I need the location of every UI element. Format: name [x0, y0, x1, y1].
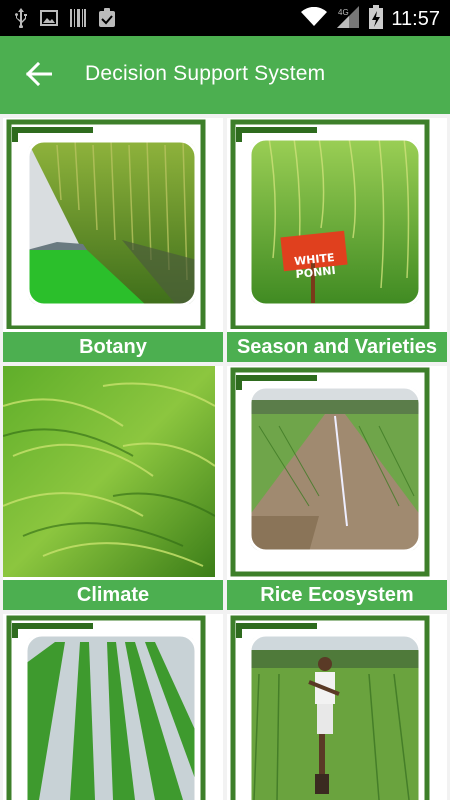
photo-rice-panicles — [3, 366, 215, 578]
image-icon — [40, 10, 58, 31]
tile-label: Botany — [3, 332, 223, 362]
tile-label: Season and Varieties — [227, 332, 447, 362]
tile-climate[interactable]: Climate — [3, 366, 223, 610]
photo-field-worker — [249, 634, 421, 800]
tile-label: Rice Ecosystem — [227, 580, 447, 610]
usb-icon — [14, 8, 28, 33]
status-bar: 4G 11:57 — [0, 0, 450, 36]
svg-text:4G: 4G — [338, 8, 349, 17]
tile-label: Climate — [3, 580, 223, 610]
photo-paddy-with-sign — [249, 138, 421, 306]
barcode-icon — [70, 9, 86, 32]
battery-charging-icon — [369, 5, 384, 34]
tile-rice-ecosystem[interactable]: Rice Ecosystem — [227, 366, 447, 610]
photo-rice-field — [27, 140, 197, 306]
photo-nursery-beds — [25, 634, 197, 800]
arrow-back-icon — [25, 61, 53, 91]
clock: 11:57 — [391, 8, 440, 30]
tile-season-and-varieties[interactable]: WHITE PONNI Season and Varieties — [227, 118, 447, 362]
notification-icons — [14, 8, 116, 33]
clipboard-check-icon — [98, 8, 116, 33]
page-title: Decision Support System — [85, 62, 326, 85]
app-bar: Decision Support System — [0, 36, 450, 114]
tile-nursery[interactable] — [3, 614, 223, 800]
photo-field-channel — [249, 386, 421, 552]
system-icons: 4G 11:57 — [301, 5, 440, 34]
tile-botany[interactable]: Botany — [3, 118, 223, 362]
signal-icon: 4G — [335, 6, 361, 33]
back-button[interactable] — [16, 53, 62, 99]
tile-field-worker[interactable] — [227, 614, 447, 800]
wifi-icon — [301, 6, 328, 32]
